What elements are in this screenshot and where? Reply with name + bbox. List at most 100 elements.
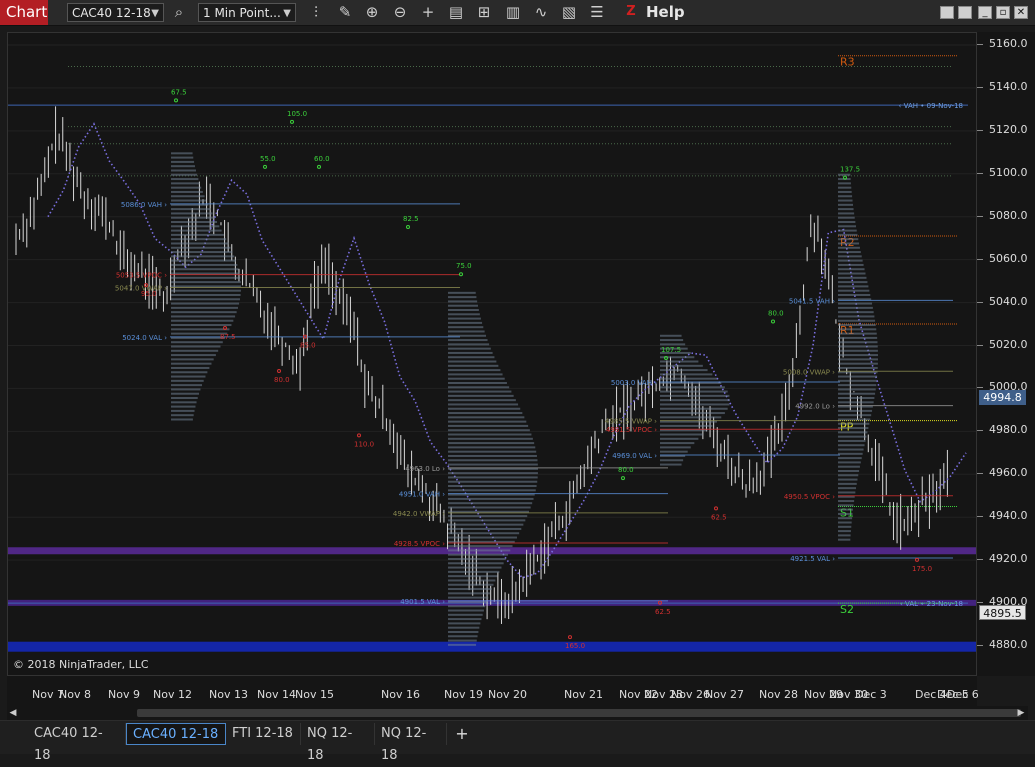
volume-profile — [171, 173, 198, 176]
close-button[interactable]: ✕ — [1014, 6, 1028, 19]
volume-profile — [838, 500, 855, 503]
tab-cac40-1[interactable]: CAC40 12-18 — [28, 723, 126, 763]
volume-profile — [838, 272, 866, 275]
volume-profile — [838, 418, 871, 421]
swing-label: 95.0 — [141, 290, 157, 298]
volume-profile — [171, 341, 223, 344]
swing-label: 87.5 — [220, 333, 236, 341]
volume-profile — [171, 289, 241, 292]
volume-profile — [448, 442, 535, 445]
volume-profile — [660, 412, 725, 415]
price-tick — [977, 430, 983, 432]
volume-profile — [171, 315, 236, 318]
zoom-out-icon[interactable]: ⊖ — [390, 2, 410, 22]
profile-label: 4951.0 VAH › — [399, 491, 445, 499]
volume-profile — [171, 225, 220, 228]
volume-profile — [171, 405, 196, 408]
volume-profile — [838, 435, 867, 438]
search-icon[interactable]: ⌕ — [169, 2, 189, 22]
profile-label: 5041.5 VAH › — [789, 297, 835, 305]
tab-fti[interactable]: FTI 12-18 — [226, 723, 301, 745]
volume-profile — [660, 334, 682, 337]
chart-panel[interactable]: ‹ VAH • 09-Nov-18‹ VAL • 23-Nov-18R3R2R1… — [7, 32, 977, 676]
volume-profile — [838, 521, 852, 524]
time-tick-label: Nov 27 — [705, 688, 744, 701]
volume-profile — [660, 416, 722, 419]
crosshair-icon[interactable]: + — [418, 2, 438, 22]
volume-profile — [448, 360, 497, 363]
volume-profile — [171, 208, 211, 211]
volume-profile — [660, 407, 728, 410]
volume-profile — [171, 354, 216, 357]
time-axis[interactable]: Nov 7 Nov 8 Nov 9 Nov 12 Nov 13 Nov 14 Nov 15 N… — [7, 676, 979, 706]
volume-profile — [448, 618, 482, 621]
window-option-button[interactable] — [940, 6, 954, 19]
volume-profile — [171, 281, 241, 284]
ninja-z-icon[interactable]: Z — [623, 4, 639, 20]
instrument-selector[interactable]: CAC40 12-18 ▼ — [67, 3, 164, 22]
volume-profile — [838, 384, 877, 387]
volume-profile — [838, 315, 875, 318]
volume-profile — [838, 538, 851, 541]
volume-profile — [448, 420, 527, 423]
volume-profile — [838, 461, 861, 464]
volume-profile — [171, 388, 201, 391]
price-tick-label: 5140.0 — [989, 79, 1028, 93]
scroll-left-icon[interactable]: ◀ — [7, 707, 19, 719]
tab-cac40-2[interactable]: CAC40 12-18 — [126, 723, 226, 745]
horizontal-scrollbar[interactable]: ◀ ▶ — [7, 706, 1028, 720]
templates-icon[interactable]: ▧ — [559, 2, 579, 22]
data-box-icon[interactable]: ▤ — [446, 2, 466, 22]
volume-profile — [838, 504, 854, 507]
volume-profile — [838, 397, 875, 400]
help-menu[interactable]: Help — [646, 0, 685, 25]
volume-profile — [448, 339, 488, 342]
volume-profile — [171, 392, 200, 395]
pencil-icon[interactable]: ✎ — [335, 2, 355, 22]
volume-profile — [448, 394, 514, 397]
minimize-button[interactable]: _ — [978, 6, 992, 19]
scroll-right-icon[interactable]: ▶ — [1015, 707, 1027, 719]
volume-profile — [838, 530, 851, 533]
time-tick-label: Nov 28 — [759, 688, 798, 701]
time-tick-label: Dec 3 — [855, 688, 887, 701]
window-option-button-2[interactable] — [958, 6, 972, 19]
strategies-icon[interactable]: ▥ — [503, 2, 523, 22]
profile-label: 5053.5 VPOC › — [116, 272, 167, 280]
interval-value: 1 Min Point... — [203, 6, 281, 20]
properties-icon[interactable]: ☰ — [587, 2, 607, 22]
swing-label: 165.0 — [565, 642, 585, 650]
profile-label: 4981.5 VPOC › — [606, 426, 657, 434]
price-tick — [977, 645, 983, 646]
current-price-marker: 4994.8 — [979, 390, 1026, 405]
zoom-in-icon[interactable]: ⊕ — [362, 2, 382, 22]
add-tab-icon[interactable]: + — [452, 723, 472, 745]
volume-profile — [448, 592, 490, 595]
volume-profile — [838, 285, 869, 288]
volume-profile — [838, 255, 862, 258]
swing-label: 137.5 — [840, 166, 860, 174]
volume-profile — [448, 381, 507, 384]
bar-type-icon[interactable]: ⫶ — [306, 2, 326, 22]
scroll-thumb[interactable] — [137, 709, 1021, 717]
volume-profile — [171, 409, 195, 412]
tab-nq-2[interactable]: NQ 12-18 — [375, 723, 447, 763]
profile-label: 5024.0 VAL › — [122, 334, 167, 342]
volume-profile — [171, 328, 230, 331]
volume-profile — [448, 596, 489, 599]
volume-profile — [448, 549, 511, 552]
price-axis[interactable]: 5160.0 5140.0 5120.0 5100.0 5080.0 5060.0 5040… — [977, 32, 1035, 676]
volume-profile — [838, 208, 854, 211]
chart-trader-icon[interactable]: ⊞ — [474, 2, 494, 22]
price-chart[interactable]: ‹ VAH • 09-Nov-18‹ VAL • 23-Nov-18R3R2R1… — [8, 33, 977, 676]
tab-nq-1[interactable]: NQ 12-18 — [301, 723, 375, 763]
maximize-button[interactable]: ▫ — [996, 6, 1010, 19]
time-tick-label: Nov 16 — [381, 688, 420, 701]
copyright-text: © 2018 NinjaTrader, LLC — [13, 658, 149, 671]
indicators-icon[interactable]: ∿ — [531, 2, 551, 22]
profile-label: 4928.5 VPOC › — [394, 540, 445, 548]
volume-profile — [838, 362, 878, 365]
interval-selector[interactable]: 1 Min Point... ▼ — [198, 3, 296, 22]
volume-profile — [448, 472, 538, 475]
swing-label: 110.0 — [354, 440, 374, 448]
